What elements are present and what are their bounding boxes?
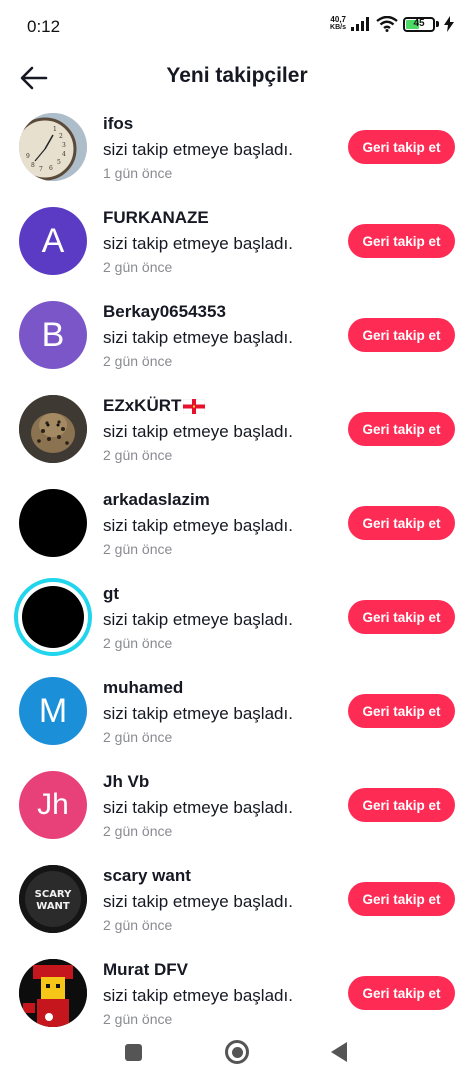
wifi-icon: [376, 16, 398, 32]
avatar[interactable]: A: [19, 207, 87, 275]
follower-time: 2 gün önce: [103, 823, 173, 839]
follow-back-button[interactable]: Geri takip et: [348, 788, 455, 822]
follower-time: 2 gün önce: [103, 729, 173, 745]
game-character-image: [19, 959, 87, 1027]
home-icon[interactable]: [225, 1040, 249, 1064]
follow-back-button[interactable]: Geri takip et: [348, 412, 455, 446]
avatar-letter: A: [41, 221, 65, 260]
follower-name[interactable]: Murat DFV: [103, 960, 188, 980]
list-item[interactable]: Jh Jh Vb sizi takip etmeye başladı. 2 gü…: [0, 758, 474, 852]
follower-time: 2 gün önce: [103, 447, 173, 463]
follower-name[interactable]: arkadaslazim: [103, 490, 210, 510]
flag-icon: [183, 398, 206, 414]
follower-time: 2 gün önce: [103, 1011, 173, 1027]
back-icon[interactable]: [331, 1042, 347, 1062]
follower-name-text: EZxKÜRT: [103, 396, 182, 415]
follower-message: sizi takip etmeye başladı.: [103, 234, 293, 253]
leopard-image: [19, 395, 87, 463]
list-item[interactable]: arkadaslazim sizi takip etmeye başladı. …: [0, 476, 474, 570]
page-title: Yeni takipçiler: [166, 64, 308, 87]
follow-back-button[interactable]: Geri takip et: [348, 318, 455, 352]
follow-back-button[interactable]: Geri takip et: [348, 976, 455, 1010]
follower-name[interactable]: FURKANAZE: [103, 208, 209, 228]
list-item[interactable]: 123 456 789 ifos sizi takip etmeye başla…: [0, 100, 474, 194]
follow-back-button[interactable]: Geri takip et: [348, 506, 455, 540]
net-speed-unit: KB/s: [330, 24, 346, 31]
system-nav-bar: [0, 1030, 474, 1080]
svg-text:4: 4: [62, 151, 66, 158]
list-item[interactable]: gt sizi takip etmeye başladı. 2 gün önce…: [0, 570, 474, 664]
follower-time: 2 gün önce: [103, 635, 173, 651]
follower-name[interactable]: EZxKÜRT: [103, 396, 206, 416]
list-item[interactable]: B Berkay0654353 sizi takip etmeye başlad…: [0, 288, 474, 382]
follower-message: sizi takip etmeye başladı.: [103, 516, 293, 535]
follower-message: sizi takip etmeye başladı.: [103, 140, 293, 159]
clock-image: 123 456 789: [19, 113, 87, 181]
svg-text:3: 3: [62, 142, 66, 149]
avatar-letter: M: [38, 691, 68, 730]
follower-message: sizi takip etmeye başladı.: [103, 798, 293, 817]
follower-name[interactable]: scary want: [103, 866, 191, 886]
svg-text:8: 8: [31, 162, 35, 169]
list-item[interactable]: A FURKANAZE sizi takip etmeye başladı. 2…: [0, 194, 474, 288]
list-item[interactable]: EZxKÜRT sizi takip etmeye başladı. 2 gün…: [0, 382, 474, 476]
follower-name[interactable]: Jh Vb: [103, 772, 149, 792]
avatar[interactable]: 123 456 789: [19, 113, 87, 181]
signal-icon: [351, 17, 369, 31]
avatar[interactable]: [19, 489, 87, 557]
battery-level: 45: [413, 17, 425, 29]
charging-icon: [444, 16, 454, 32]
follower-message: sizi takip etmeye başladı.: [103, 610, 293, 629]
svg-text:5: 5: [57, 159, 61, 166]
avatar-letter: Jh: [37, 788, 69, 821]
follower-time: 1 gün önce: [103, 165, 173, 181]
header: Yeni takipçiler: [0, 56, 474, 100]
follower-name[interactable]: muhamed: [103, 678, 183, 698]
follower-time: 2 gün önce: [103, 353, 173, 369]
followers-list[interactable]: 123 456 789 ifos sizi takip etmeye başla…: [0, 100, 474, 1030]
follower-message: sizi takip etmeye başladı.: [103, 986, 293, 1005]
follower-time: 2 gün önce: [103, 541, 173, 557]
follower-time: 2 gün önce: [103, 259, 173, 275]
follower-time: 2 gün önce: [103, 917, 173, 933]
status-bar: 0:12 40,7 KB/s 45: [0, 0, 474, 56]
avatar[interactable]: [22, 586, 84, 648]
avatar[interactable]: B: [19, 301, 87, 369]
svg-text:7: 7: [39, 166, 43, 173]
list-item[interactable]: Murat DFV sizi takip etmeye başladı. 2 g…: [0, 946, 474, 1030]
follower-message: sizi takip etmeye başladı.: [103, 422, 293, 441]
svg-text:SCARY: SCARY: [35, 889, 72, 900]
recents-icon[interactable]: [125, 1044, 142, 1061]
status-time: 0:12: [27, 17, 61, 36]
avatar[interactable]: SCARY WANT: [19, 865, 87, 933]
follow-back-button[interactable]: Geri takip et: [348, 882, 455, 916]
follower-message: sizi takip etmeye başladı.: [103, 704, 293, 723]
follow-back-button[interactable]: Geri takip et: [348, 694, 455, 728]
avatar[interactable]: Jh: [19, 771, 87, 839]
avatar[interactable]: [19, 959, 87, 1027]
svg-text:6: 6: [49, 165, 53, 172]
follower-message: sizi takip etmeye başladı.: [103, 328, 293, 347]
follower-name[interactable]: Berkay0654353: [103, 302, 226, 322]
list-item[interactable]: SCARY WANT scary want sizi takip etmeye …: [0, 852, 474, 946]
avatar[interactable]: M: [19, 677, 87, 745]
svg-text:WANT: WANT: [36, 901, 70, 912]
svg-text:1: 1: [53, 126, 57, 133]
follow-back-button[interactable]: Geri takip et: [348, 224, 455, 258]
follower-message: sizi takip etmeye başladı.: [103, 892, 293, 911]
net-speed: 40,7 KB/s: [330, 16, 346, 32]
scary-want-logo: SCARY WANT: [19, 865, 87, 933]
follow-back-button[interactable]: Geri takip et: [348, 130, 455, 164]
follower-name[interactable]: gt: [103, 584, 119, 604]
avatar-letter: B: [41, 315, 65, 354]
battery-icon: 45: [403, 16, 435, 32]
avatar[interactable]: [19, 395, 87, 463]
follow-back-button[interactable]: Geri takip et: [348, 600, 455, 634]
svg-text:9: 9: [26, 153, 30, 160]
list-item[interactable]: M muhamed sizi takip etmeye başladı. 2 g…: [0, 664, 474, 758]
net-speed-value: 40,7: [330, 15, 346, 24]
follower-name[interactable]: ifos: [103, 114, 133, 134]
status-icons: 40,7 KB/s 45: [330, 16, 454, 32]
svg-text:2: 2: [59, 133, 63, 140]
